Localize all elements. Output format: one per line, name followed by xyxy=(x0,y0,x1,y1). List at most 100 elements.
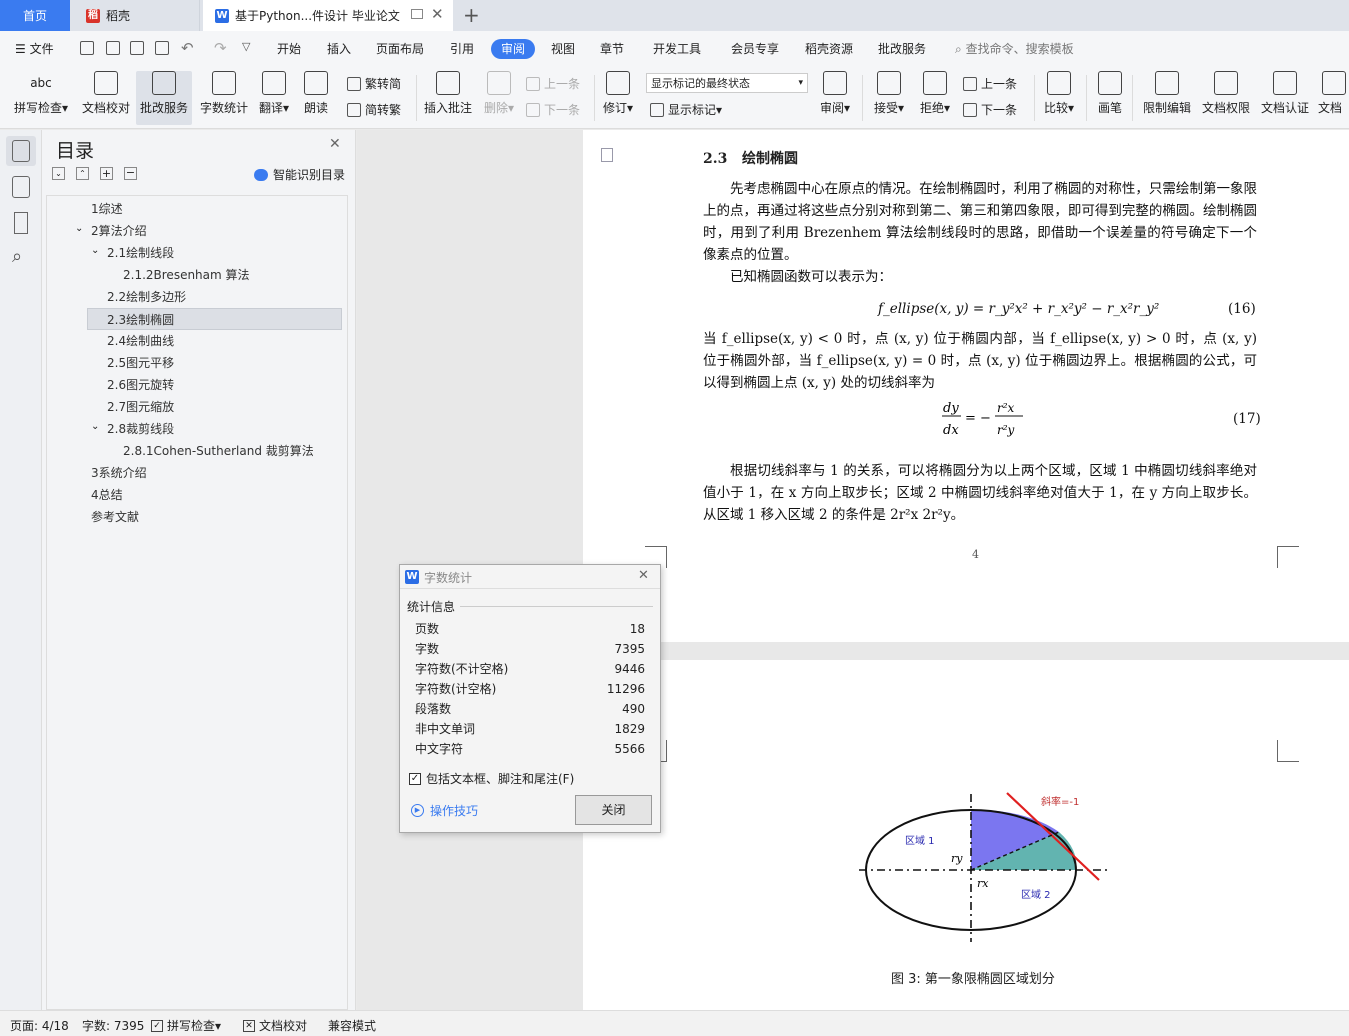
toc-item[interactable]: 2.8裁剪线段 xyxy=(107,418,174,440)
tips-label: 操作技巧 xyxy=(430,804,479,818)
toc-item[interactable]: 2.1.2Bresenham 算法 xyxy=(123,264,250,286)
doc-more-button[interactable]: 文档 xyxy=(1318,71,1349,116)
new-tab-icon[interactable]: + xyxy=(463,3,480,27)
tab-home[interactable]: 首页 xyxy=(0,0,70,31)
next-comment-button[interactable]: 下一条 xyxy=(526,101,580,118)
pen-button[interactable]: 画笔 xyxy=(1094,71,1126,116)
close-tab-icon[interactable]: ✕ xyxy=(431,5,444,23)
command-search[interactable]: ⌕ 查找命令、搜索模板 xyxy=(955,39,1074,59)
toc-item[interactable]: 2.1绘制线段 xyxy=(107,242,174,264)
writer-logo-icon: W xyxy=(405,570,419,584)
toc-item[interactable]: 2.6图元旋转 xyxy=(107,374,174,396)
outline-icon[interactable] xyxy=(12,176,30,198)
close-icon[interactable]: ✕ xyxy=(329,136,341,152)
track-changes-button[interactable]: 修订▾ xyxy=(600,71,636,116)
prev-comment-label: 上一条 xyxy=(544,77,581,91)
prev-comment-button[interactable]: 上一条 xyxy=(526,75,580,92)
close-icon[interactable]: ✕ xyxy=(638,568,649,583)
search-icon[interactable]: ⌕ xyxy=(12,246,22,267)
prev-change-button[interactable]: 上一条 xyxy=(963,75,1017,92)
chevron-down-icon[interactable]: ⌄ xyxy=(91,421,99,432)
file-menu[interactable]: ☰ 文件 xyxy=(15,39,54,59)
tab-daoke[interactable]: 稻 稻壳 xyxy=(72,0,200,31)
remove-heading-icon[interactable]: − xyxy=(124,167,137,180)
include-footnotes-label: 包括文本框、脚注和尾注(F) xyxy=(426,772,575,786)
review-pane-button[interactable]: 审阅▾ xyxy=(816,71,854,116)
chevron-down-icon[interactable]: ⌄ xyxy=(91,245,99,256)
menu-view[interactable]: 视图 xyxy=(551,39,575,59)
menu-review-service[interactable]: 批改服务 xyxy=(878,39,926,59)
collapse-all-icon[interactable]: ⌃ xyxy=(76,167,89,180)
insert-comment-button[interactable]: 插入批注 xyxy=(422,71,474,116)
tab-document[interactable]: W 基于Python...件设计 毕业论文 ✕ xyxy=(203,0,453,31)
menu-member[interactable]: 会员专享 xyxy=(731,39,779,59)
toc-item[interactable]: 3系统介绍 xyxy=(91,462,147,484)
export-icon[interactable] xyxy=(106,41,120,55)
status-page[interactable]: 页面: 4/18 xyxy=(10,1017,69,1034)
toc-item[interactable]: 2.2绘制多边形 xyxy=(107,286,186,308)
toc-item[interactable]: 2.4绘制曲线 xyxy=(107,330,174,352)
reject-button[interactable]: 拒绝▾ xyxy=(916,71,954,116)
pin-window-icon[interactable] xyxy=(411,9,423,19)
doc-permission-button[interactable]: 文档权限 xyxy=(1199,71,1253,116)
translate-button[interactable]: 翻译▾ xyxy=(256,71,292,116)
comment-delete-icon xyxy=(487,71,511,95)
next-change-button[interactable]: 下一条 xyxy=(963,101,1017,118)
toc-icon[interactable] xyxy=(12,140,30,162)
toc-item-selected[interactable]: 2.3绘制椭圆 xyxy=(87,308,342,330)
dialog-titlebar[interactable]: W 字数统计 ✕ xyxy=(400,565,660,589)
tips-link[interactable]: ▶ 操作技巧 xyxy=(411,802,478,819)
redo-icon[interactable]: ↷ xyxy=(214,39,227,57)
menu-start[interactable]: 开始 xyxy=(277,39,301,59)
status-spell-check[interactable]: ✓ 拼写检查 ▾ xyxy=(151,1017,221,1034)
toc-item[interactable]: 2.7图元缩放 xyxy=(107,396,174,418)
toc-item[interactable]: 2.5图元平移 xyxy=(107,352,174,374)
toc-item[interactable]: 2算法介绍 xyxy=(91,220,147,242)
toc-item[interactable]: 参考文献 xyxy=(91,506,139,528)
trad-to-simp-icon xyxy=(347,76,361,91)
read-aloud-button[interactable]: 朗读 xyxy=(300,71,332,116)
status-doc-check[interactable]: ✕ 文档校对 xyxy=(243,1017,307,1034)
include-footnotes-checkbox[interactable]: ✓ 包括文本框、脚注和尾注(F) xyxy=(409,770,574,787)
menu-daoke-resources[interactable]: 稻壳资源 xyxy=(805,39,853,59)
expand-all-icon[interactable]: ⌄ xyxy=(52,167,65,180)
page-options-icon[interactable] xyxy=(601,148,613,162)
restrict-edit-button[interactable]: 限制编辑 xyxy=(1140,71,1194,116)
review-pane-label: 审阅 xyxy=(819,101,844,115)
doc-check-button[interactable]: 文档校对 xyxy=(80,71,132,116)
print-icon[interactable] xyxy=(130,41,144,55)
status-word-count[interactable]: 字数: 7395 xyxy=(82,1017,144,1034)
toc-item[interactable]: 4总结 xyxy=(91,484,123,506)
chevron-down-icon[interactable]: ⌄ xyxy=(75,223,83,234)
trad-to-simp-button[interactable]: 繁转简 xyxy=(347,75,401,92)
translate-icon xyxy=(262,71,286,95)
toc-item[interactable]: 2.8.1Cohen-Sutherland 裁剪算法 xyxy=(123,440,314,462)
word-count-button[interactable]: 字数统计 xyxy=(198,71,250,116)
close-button[interactable]: 关闭 xyxy=(575,795,652,825)
compare-button[interactable]: 比较▾ xyxy=(1040,71,1078,116)
accept-button[interactable]: 接受▾ xyxy=(870,71,908,116)
menu-developer[interactable]: 开发工具 xyxy=(653,39,701,59)
undo-icon[interactable]: ↶ xyxy=(181,39,194,57)
add-heading-icon[interactable]: + xyxy=(100,167,113,180)
bookmark-icon[interactable] xyxy=(14,212,28,234)
show-markup-button[interactable]: 显示标记 ▾ xyxy=(650,101,722,118)
markup-state-select[interactable]: 显示标记的最终状态 ▾ xyxy=(646,73,808,93)
delete-comment-button[interactable]: 删除▾ xyxy=(481,71,517,116)
menu-review[interactable]: 审阅 xyxy=(491,39,536,59)
menu-insert[interactable]: 插入 xyxy=(327,39,351,59)
doc-cert-button[interactable]: 文档认证 xyxy=(1258,71,1312,116)
menu-section[interactable]: 章节 xyxy=(600,39,624,59)
menu-references[interactable]: 引用 xyxy=(450,39,474,59)
toc-item[interactable]: 1综述 xyxy=(91,198,123,220)
save-icon[interactable] xyxy=(80,41,94,55)
review-service-button[interactable]: 批改服务 xyxy=(136,71,192,125)
preview-icon[interactable] xyxy=(155,41,169,55)
simp-to-trad-button[interactable]: 简转繁 xyxy=(347,101,401,118)
spell-check-button[interactable]: abc 拼写检查▾ xyxy=(10,71,72,116)
smart-toc-button[interactable]: 智能识别目录 xyxy=(254,166,345,183)
menu-page-layout[interactable]: 页面布局 xyxy=(376,39,424,59)
stat-row: 字符数(不计空格) 9446 xyxy=(415,659,645,679)
quick-access-more-icon[interactable]: ▽ xyxy=(242,40,250,53)
section-title: 绘制椭圆 xyxy=(741,151,798,167)
